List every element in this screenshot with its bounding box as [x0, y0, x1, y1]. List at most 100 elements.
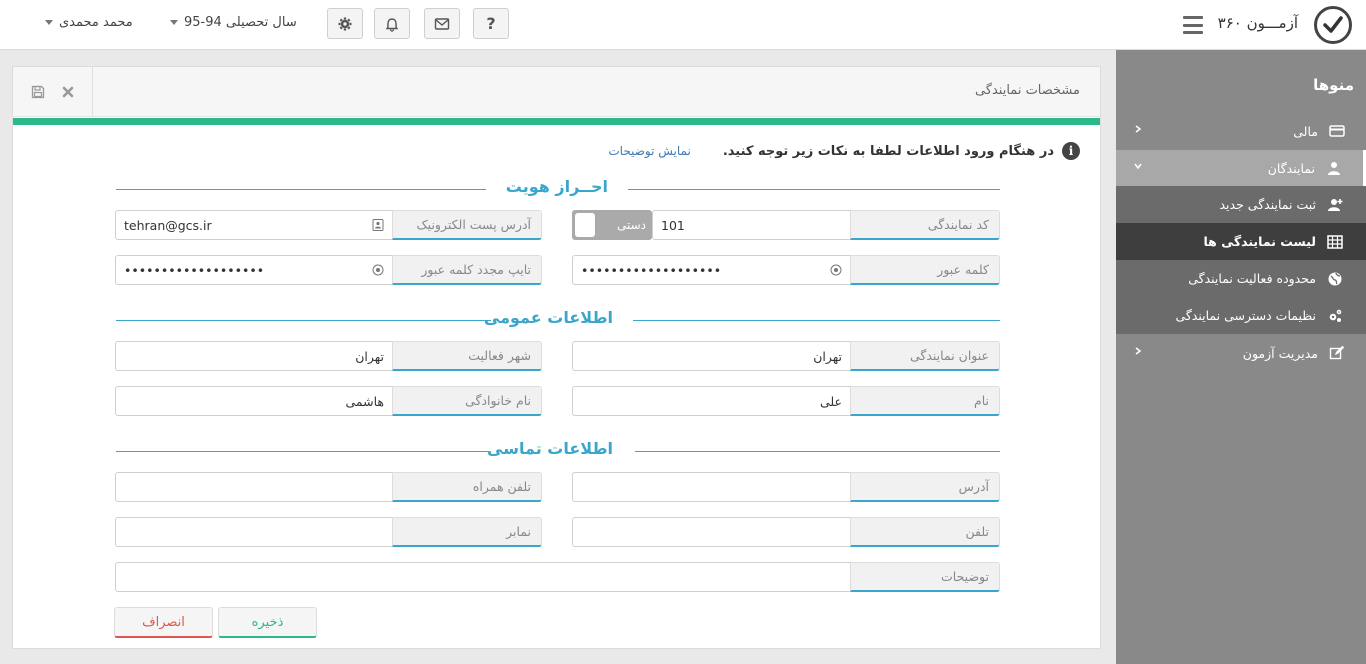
phone-field: تلفن [572, 517, 1000, 547]
section-title: احــراز هویت [505, 177, 608, 196]
info-icon: i [1062, 142, 1080, 160]
sidebar-subitem-label: نظیمات دسترسی نمایندگی [1175, 308, 1316, 323]
user-menu[interactable]: محمد محمدی [45, 15, 133, 30]
agency-title-input[interactable]: تهران [572, 341, 850, 371]
bell-icon [385, 17, 399, 32]
save-button[interactable]: ذخیره [218, 607, 317, 638]
sidebar-title: منوها [1313, 76, 1354, 94]
sidebar-subitem-new-agency[interactable]: ثبت نمایندگی جدید [1116, 186, 1366, 223]
contact-card-icon [372, 219, 384, 231]
chevron-down-icon [170, 20, 178, 25]
sidebar-subitem-activity-area[interactable]: محدوده فعالیت نمایندگی [1116, 260, 1366, 297]
field-label: آدرس پست الکترونیک [392, 210, 542, 240]
address-input[interactable] [572, 472, 850, 502]
sidebar-subitem-access-settings[interactable]: نظیمات دسترسی نمایندگی [1116, 297, 1366, 334]
agency-title-field: عنوان نمایندگی تهران [572, 341, 1000, 371]
activity-city-field: شهر فعالیت تهران [115, 341, 542, 371]
sidebar-item-agencies[interactable]: نمایندگان [1116, 150, 1366, 186]
field-label: تلفن همراه [392, 472, 542, 502]
sidebar-subitem-label: محدوده فعالیت نمایندگی [1188, 271, 1316, 286]
section-title: اطلاعات عمومی [483, 308, 613, 327]
settings-button[interactable] [327, 8, 363, 39]
phone-input[interactable] [572, 517, 850, 547]
field-label: نمابر [392, 517, 542, 547]
password-field: کلمه عبور ••••••••••••••••••• [572, 255, 1000, 285]
chevron-down-icon [45, 20, 53, 25]
mobile-input[interactable] [115, 472, 392, 502]
panel-header: مشخصات نمایندگی [13, 67, 1100, 117]
help-button[interactable]: ? [473, 8, 509, 39]
first-name-field: نام علی [572, 386, 1000, 416]
toggle-label: دستی [616, 218, 646, 232]
gear-icon [338, 17, 352, 30]
chevron-down-icon [1134, 163, 1142, 170]
password-value: ••••••••••••••••••• [581, 263, 722, 278]
field-label: تلفن [850, 517, 1000, 547]
user-secret-icon [1325, 159, 1343, 177]
agency-code-input[interactable]: 101 [652, 210, 850, 240]
email-field: آدرس پست الکترونیک tehran@gcs.ir [115, 210, 542, 240]
academic-year-label: سال تحصیلی 94-95 [184, 15, 297, 30]
sidebar-subitem-agency-list[interactable]: لیست نمایندگی ها [1116, 223, 1366, 260]
logo-check-icon[interactable] [1314, 6, 1352, 44]
field-label: آدرس [850, 472, 1000, 502]
globe-icon [1326, 270, 1344, 288]
edit-icon [1328, 344, 1346, 362]
field-label: توضیحات [850, 562, 1000, 592]
sidebar-item-exam-management[interactable]: مدیریت آزمون [1116, 335, 1366, 371]
section-identity: احــراز هویت [116, 177, 1000, 199]
save-icon[interactable] [31, 85, 45, 99]
cogs-icon [1326, 307, 1344, 325]
description-input[interactable] [115, 562, 850, 592]
email-input[interactable]: tehran@gcs.ir [115, 210, 392, 240]
academic-year-select[interactable]: سال تحصیلی 94-95 [170, 15, 297, 30]
field-label: نام خانوادگی [392, 386, 542, 416]
sidebar-item-label: مدیریت آزمون [1242, 345, 1318, 361]
info-notice: i در هنگام ورود اطلاعات لطفا به نکات زیر… [608, 142, 1080, 160]
password-repeat-field: تایپ مجدد کلمه عبور ••••••••••••••••••• [115, 255, 542, 285]
sidebar-subitem-label: لیست نمایندگی ها [1203, 234, 1316, 249]
envelope-icon [434, 17, 450, 30]
field-label: عنوان نمایندگی [850, 341, 1000, 371]
manual-toggle[interactable]: دستی [572, 210, 652, 240]
top-bar: آزمـــون ۳۶۰ ? سال تحصیلی 94-95 محمد محم… [0, 0, 1366, 50]
panel-tools [13, 67, 93, 117]
field-label: شهر فعالیت [392, 341, 542, 371]
activity-city-input[interactable]: تهران [115, 341, 392, 371]
address-field: آدرس [572, 472, 1000, 502]
eye-icon [830, 264, 842, 276]
section-title: اطلاعات تماسی [487, 439, 613, 458]
credit-card-icon [1328, 122, 1346, 140]
section-general: اطلاعات عمومی [116, 308, 1000, 330]
field-label: تایپ مجدد کلمه عبور [392, 255, 542, 285]
password-repeat-value: ••••••••••••••••••• [124, 263, 265, 278]
fax-field: نمابر [115, 517, 542, 547]
last-name-input[interactable]: هاشمی [115, 386, 392, 416]
sidebar-item-finance[interactable]: مالی [1116, 113, 1366, 149]
menu-toggle-icon[interactable] [1183, 16, 1203, 34]
chevron-left-icon [1135, 347, 1142, 355]
notifications-button[interactable] [374, 8, 410, 39]
panel-title: مشخصات نمایندگی [974, 83, 1080, 98]
show-description-link[interactable]: نمایش توضیحات [608, 144, 690, 158]
sidebar-item-label: نمایندگان [1267, 160, 1315, 176]
messages-button[interactable] [424, 8, 460, 39]
fax-input[interactable] [115, 517, 392, 547]
section-contact: اطلاعات تماسی [116, 439, 1000, 461]
agency-details-panel: مشخصات نمایندگی i در هنگام ورود اطلاعات … [12, 66, 1101, 649]
eye-icon [372, 264, 384, 276]
chevron-left-icon [1135, 125, 1142, 133]
first-name-input[interactable]: علی [572, 386, 850, 416]
user-name: محمد محمدی [59, 15, 133, 30]
mobile-field: تلفن همراه [115, 472, 542, 502]
last-name-field: نام خانوادگی هاشمی [115, 386, 542, 416]
password-repeat-input[interactable]: ••••••••••••••••••• [115, 255, 392, 285]
cancel-button[interactable]: انصراف [114, 607, 213, 638]
sidebar-item-label: مالی [1293, 123, 1318, 139]
toggle-knob [575, 213, 595, 237]
field-label: کلمه عبور [850, 255, 1000, 285]
close-icon[interactable] [61, 85, 75, 99]
password-input[interactable]: ••••••••••••••••••• [572, 255, 850, 285]
table-icon [1326, 233, 1344, 251]
user-plus-icon [1326, 196, 1344, 214]
